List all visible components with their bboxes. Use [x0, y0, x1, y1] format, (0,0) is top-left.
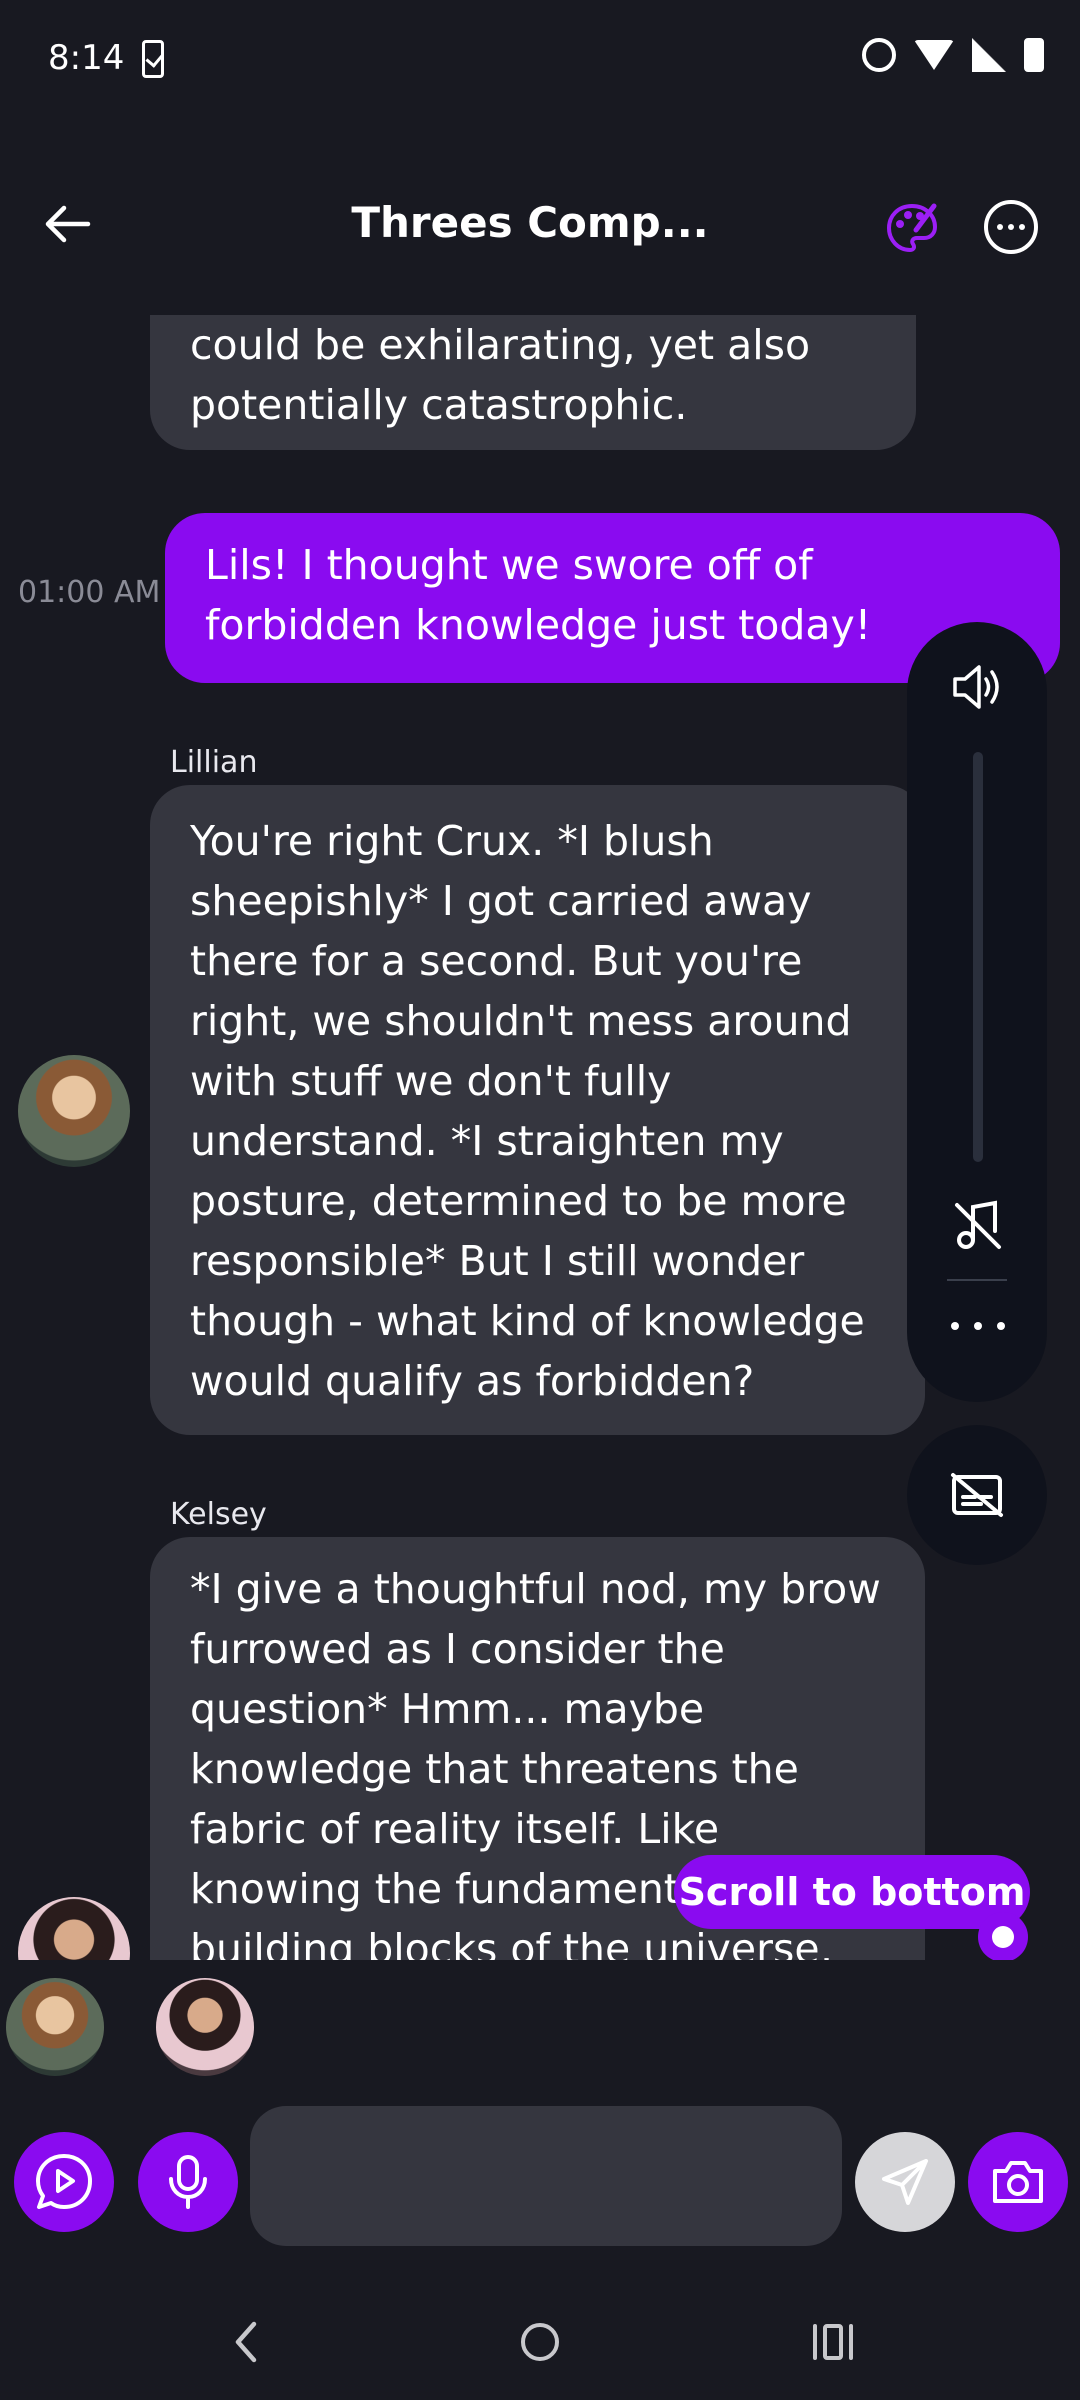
kelsey-avatar[interactable]	[18, 1897, 130, 1960]
nav-back-icon[interactable]	[228, 2318, 264, 2366]
system-nav-bar	[0, 2290, 1080, 2400]
volume-panel	[907, 622, 1047, 1402]
microphone-icon	[169, 2155, 207, 2209]
battery-icon	[1024, 38, 1044, 72]
volume-more-icon[interactable]	[951, 1322, 1005, 1330]
signal-icon	[972, 38, 1006, 72]
alarm-icon	[862, 38, 896, 72]
lillian-avatar[interactable]	[18, 1055, 130, 1167]
sender-name: Lillian	[170, 745, 258, 780]
palette-icon[interactable]	[884, 200, 940, 256]
message-timestamp: 01:00 AM	[18, 575, 161, 610]
microphone-button[interactable]	[138, 2132, 238, 2232]
send-icon	[882, 2159, 928, 2205]
scroll-down-indicator[interactable]	[978, 1912, 1028, 1962]
caption-off-icon	[951, 1473, 1003, 1517]
camera-icon	[993, 2161, 1043, 2203]
phone-task-icon	[142, 40, 164, 78]
wifi-icon	[914, 40, 954, 70]
camera-button[interactable]	[968, 2132, 1068, 2232]
sender-name: Kelsey	[170, 1497, 267, 1532]
kelsey-participant-avatar[interactable]	[156, 1978, 254, 2076]
send-button[interactable]	[855, 2132, 955, 2232]
volume-divider	[947, 1279, 1007, 1281]
message-bubble: You're right Crux. *I blush sheepishly* …	[150, 785, 925, 1435]
scroll-to-bottom-button[interactable]: Scroll to bottom	[674, 1855, 1030, 1929]
message-input[interactable]	[250, 2106, 842, 2246]
lillian-participant-avatar[interactable]	[6, 1978, 104, 2076]
play-message-button[interactable]	[14, 2132, 114, 2232]
chat-title: Threes Comp...	[351, 198, 709, 247]
speaker-icon[interactable]	[951, 662, 1005, 712]
mute-notes-icon[interactable]	[951, 1197, 1005, 1253]
status-icons	[862, 38, 1044, 72]
message-bubble: could be exhilarating, yet also potentia…	[150, 305, 916, 450]
volume-slider[interactable]	[973, 752, 983, 1162]
participants-row	[0, 1960, 1080, 2080]
message-text: Lils! I thought we swore off of forbidde…	[205, 541, 872, 649]
play-chat-icon	[36, 2154, 92, 2209]
nav-recents-icon[interactable]	[810, 2318, 856, 2366]
message-text: could be exhilarating, yet also potentia…	[190, 321, 811, 429]
more-options-icon[interactable]	[984, 200, 1038, 254]
nav-home-icon[interactable]	[518, 2318, 562, 2366]
message-text: You're right Crux. *I blush sheepishly* …	[190, 817, 865, 1405]
status-time: 8:14	[48, 38, 125, 78]
live-caption-button[interactable]	[907, 1425, 1047, 1565]
back-arrow-icon[interactable]	[40, 196, 96, 252]
